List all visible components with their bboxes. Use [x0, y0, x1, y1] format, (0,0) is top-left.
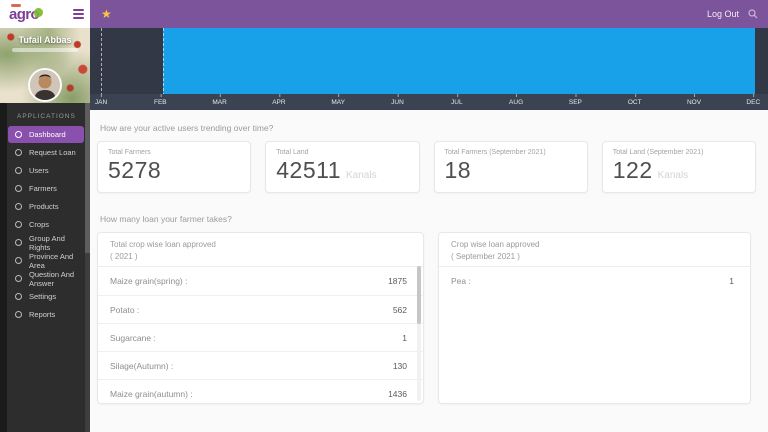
dashboard-content: How are your active users trending over … [90, 110, 768, 404]
sidebar-scrollbar[interactable] [85, 103, 90, 432]
loan-card-total-2021: Total crop wise loan approved ( 2021 ) M… [97, 232, 424, 404]
stat-card-total-land-september: Total Land (September 2021) 122 Kanals [601, 141, 756, 193]
month-tick: DEC [746, 94, 761, 106]
search-icon[interactable] [748, 9, 758, 19]
app-root: agro Tufail Abbas APPLICATIONS Dashboard… [0, 0, 768, 432]
sidebar-scrollbar-thumb[interactable] [85, 103, 90, 253]
sidebar-item-dashboard[interactable]: Dashboard [8, 126, 84, 143]
month-tick: FEB [153, 94, 167, 106]
profile-name: Tufail Abbas [18, 35, 72, 45]
stats-row: Total Farmers 5278 Total Land 42511 Kanal… [97, 141, 756, 193]
main-area: ★ Log Out JAN FEB MAR APR MAY JUN JUL AU… [90, 0, 768, 432]
loan-card-scrollbar-thumb[interactable] [417, 266, 421, 324]
brand-logo[interactable]: agro [9, 3, 45, 22]
sidebar-item-label: Dashboard [29, 130, 66, 139]
loan-row: Maize grain(spring) : 1875 [110, 276, 407, 287]
sidebar-item-request-loan[interactable]: Request Loan [8, 144, 84, 161]
sidebar: agro Tufail Abbas APPLICATIONS Dashboard… [0, 0, 90, 432]
sidebar-section-label: APPLICATIONS [17, 113, 76, 120]
crops-icon [15, 221, 22, 228]
chart-selected-range[interactable] [163, 28, 755, 94]
stat-label: Total Farmers (September 2021) [444, 149, 546, 156]
topbar: ★ Log Out [90, 0, 768, 28]
month-tick: AUG [509, 94, 524, 106]
stat-label: Total Land [276, 149, 309, 156]
loan-card-title: Total crop wise loan approved ( 2021 ) [98, 233, 423, 268]
sidebar-item-label: Group And Rights [29, 233, 65, 252]
loans-question: How many loan your farmer takes? [100, 214, 232, 224]
sidebar-item-group-and-rights[interactable]: Group And Rights [8, 233, 84, 252]
sidebar-item-reports[interactable]: Reports [8, 306, 84, 323]
dashboard-icon [15, 131, 22, 138]
stat-label: Total Farmers [108, 149, 151, 156]
month-tick: MAR [212, 94, 227, 106]
stat-card-total-farmers: Total Farmers 5278 [97, 141, 252, 193]
user-profile: Tufail Abbas [0, 28, 90, 103]
month-tick: JUL [451, 94, 463, 106]
loan-row: Silage(Autumn) : 130 [98, 351, 423, 379]
topbar-right: Log Out [707, 9, 758, 19]
sidebar-item-products[interactable]: Products [8, 198, 84, 215]
sidebar-item-crops[interactable]: Crops [8, 216, 84, 233]
loan-row: Maize grain(autumn) : 1436 [98, 379, 423, 403]
sidebar-item-label: Request Loan [29, 148, 76, 157]
sidebar-nav: APPLICATIONS Dashboard Request Loan User… [0, 103, 90, 432]
loan-row: Sugarcane : 1 [98, 323, 423, 351]
stat-value: 18 [444, 157, 472, 183]
loan-row: Potato : 562 [98, 295, 423, 323]
users-icon [15, 167, 22, 174]
avatar[interactable] [28, 68, 62, 102]
settings-icon [15, 293, 22, 300]
active-users-chart[interactable]: JAN FEB MAR APR MAY JUN JUL AUG SEP OCT … [90, 28, 768, 110]
profile-subtitle [12, 48, 78, 52]
sidebar-item-label: Users [29, 166, 49, 175]
leaf-icon [33, 6, 45, 18]
month-tick: NOV [686, 94, 702, 106]
active-users-question: How are your active users trending over … [100, 123, 274, 133]
month-tick: JUN [391, 94, 404, 106]
sidebar-item-label: Question And Answer [29, 269, 75, 288]
loan-cards-row: Total crop wise loan approved ( 2021 ) M… [97, 232, 756, 404]
logout-button[interactable]: Log Out [707, 9, 739, 19]
logo-bar: agro [0, 0, 90, 28]
stat-value: 42511 Kanals [276, 157, 377, 183]
month-tick: JAN [94, 94, 108, 106]
sidebar-item-province-and-area[interactable]: Province And Area [8, 251, 84, 270]
stat-label: Total Land (September 2021) [612, 149, 704, 156]
stat-value: 5278 [108, 157, 162, 183]
farmers-icon [15, 185, 22, 192]
sidebar-item-label: Settings [29, 292, 57, 301]
reports-icon [15, 311, 22, 318]
loan-card-scrollbar[interactable] [417, 266, 421, 401]
sidebar-item-settings[interactable]: Settings [8, 288, 84, 305]
menu-toggle-icon[interactable] [73, 7, 84, 21]
sidebar-item-label: Farmers [29, 184, 57, 193]
sidebar-item-label: Reports [29, 310, 56, 319]
group-rights-icon [15, 239, 22, 246]
province-area-icon [15, 257, 22, 264]
sidebar-item-farmers[interactable]: Farmers [8, 180, 84, 197]
products-icon [15, 203, 22, 210]
month-tick: MAY [331, 94, 345, 106]
loan-card-title: Crop wise loan approved ( September 2021… [439, 233, 750, 268]
month-tick: SEP [568, 94, 582, 106]
sidebar-item-users[interactable]: Users [8, 162, 84, 179]
sidebar-item-label: Crops [29, 220, 50, 229]
logo-accent [11, 3, 21, 7]
loan-card-september-2021: Crop wise loan approved ( September 2021… [438, 232, 751, 404]
loan-row: Pea : 1 [451, 276, 734, 287]
sidebar-item-question-and-answer[interactable]: Question And Answer [8, 269, 84, 288]
stat-card-total-farmers-september: Total Farmers (September 2021) 18 [433, 141, 588, 193]
chart-month-axis: JAN FEB MAR APR MAY JUN JUL AUG SEP OCT … [90, 94, 768, 110]
star-icon[interactable]: ★ [101, 8, 112, 20]
request-loan-icon [15, 149, 22, 156]
stat-value: 122 Kanals [612, 157, 689, 183]
month-tick: OCT [627, 94, 642, 106]
sidebar-item-label: Products [29, 202, 59, 211]
sidebar-rail [0, 103, 7, 432]
month-tick: APR [272, 94, 286, 106]
stat-card-total-land: Total Land 42511 Kanals [265, 141, 420, 193]
question-answer-icon [15, 275, 22, 282]
sidebar-item-label: Province And Area [29, 251, 74, 270]
